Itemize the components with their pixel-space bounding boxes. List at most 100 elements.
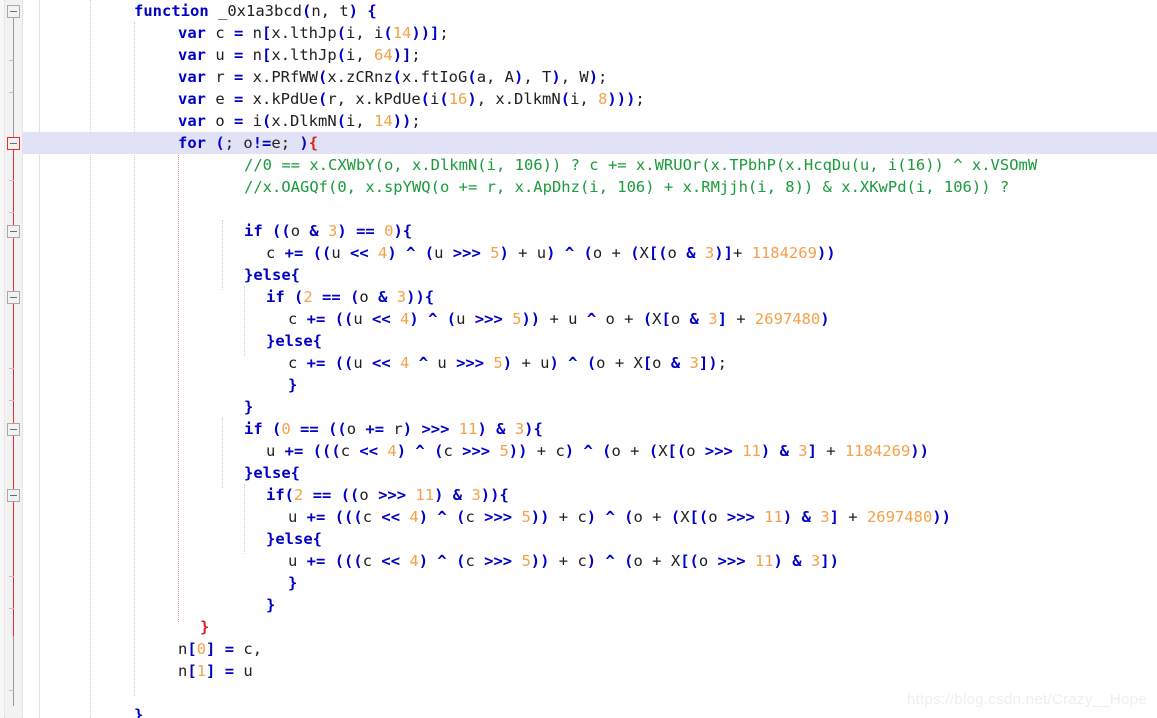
code-line[interactable]: function _0x1a3bcd(n, t) { [134,0,377,22]
token-pln: x.ftIoG [402,68,468,86]
code-line[interactable]: }else{ [244,264,300,286]
code-line[interactable]: var e = x.kPdUe(r, x.kPdUe(i(16), x.Dlkm… [178,88,645,110]
code-line[interactable]: } [288,572,297,594]
token-kw: else [253,266,291,284]
fold-tick-4 [9,368,14,369]
token-op: = [234,90,244,108]
token-pln [303,442,312,460]
token-br: ) [299,134,309,152]
token-br: ( [642,310,653,328]
token-br: ((( [334,552,363,570]
token-pln: o [359,486,379,504]
token-pln: o + X [596,354,643,372]
token-pln [319,420,328,438]
code-line[interactable]: u += (((c << 4) ^ (c >>> 5)) + c) ^ (o +… [288,506,951,528]
code-line[interactable]: c += ((u << 4) ^ (u >>> 5) + u) ^ (o + (… [266,242,836,264]
fold-toggle-5[interactable] [7,489,20,502]
token-br: { [290,266,301,284]
token-pln [263,222,272,240]
token-pln: + u [540,310,587,328]
code-line[interactable]: n[1] = u [178,660,253,682]
token-num: 11 [415,486,435,504]
token-pln: c [362,552,382,570]
code-line[interactable]: u += (((c << 4) ^ (c >>> 5)) + c) ^ (o +… [266,440,929,462]
token-pln: r, x.kPdUe [327,90,421,108]
fold-connector-loop [13,150,14,636]
token-pln: + [838,508,867,526]
token-br: ) [409,310,419,328]
token-kw: if [266,486,285,504]
token-pln [733,442,742,460]
token-num: 2697480 [754,310,821,328]
token-br: ) [502,354,513,372]
fold-toggle-4[interactable] [7,423,20,436]
code-line[interactable]: for (; o!=e; ){ [178,132,318,154]
token-br: ( [383,24,393,42]
code-line[interactable]: n[0] = c, [178,638,262,660]
code-line[interactable]: c += ((u << 4 ^ u >>> 5) + u) ^ (o + X[o… [288,352,727,374]
fold-toggle-2[interactable] [7,225,20,238]
token-br: ((( [312,442,341,460]
token-pln: ; [635,90,645,108]
code-line[interactable]: if ((o & 3) == 0){ [244,220,412,242]
token-br: } [266,530,276,548]
token-br: { [499,486,509,504]
indent-guide-4 [222,220,224,290]
token-br: ( [586,354,597,372]
code-line[interactable]: u += (((c << 4) ^ (c >>> 5)) + c) ^ (o +… [288,550,839,572]
token-pln: + u [512,354,550,372]
code-line[interactable]: //x.OAGQf(0, x.spYWQ(o += r, x.ApDhz(i, … [244,176,1009,198]
code-line[interactable]: var r = x.PRfWW(x.zCRnz(x.ftIoG(a, A), T… [178,66,607,88]
token-op: << [350,244,369,262]
code-line[interactable]: } [134,704,143,718]
token-op: = [234,112,244,130]
token-pln: c [288,310,307,328]
code-line[interactable]: if(2 == ((o >>> 11) & 3)){ [266,484,509,506]
token-num: 3 [514,420,525,438]
token-pln: c [206,24,234,42]
code-line[interactable]: }else{ [266,330,322,352]
code-line[interactable]: if (0 == ((o += r) >>> 11) & 3){ [244,418,543,440]
fold-toggle-1[interactable] [7,137,20,150]
token-op: << [381,552,401,570]
token-pln: u [353,310,373,328]
token-pln [325,552,334,570]
token-br: [( [689,508,709,526]
code-line[interactable]: } [266,594,275,616]
token-br: (( [312,244,332,262]
code-surface[interactable]: function _0x1a3bcd(n, t) {var c = n[x.lt… [22,0,1157,718]
token-br: ( [630,244,640,262]
code-line[interactable]: var u = n[x.lthJp(i, 64)]; [178,44,421,66]
token-pln: o + [596,310,643,328]
token-pln: i, [346,112,375,130]
code-line[interactable]: var c = n[x.lthJp(i, i(14))]; [178,22,449,44]
token-pln [428,552,437,570]
token-pln [303,244,312,262]
token-br: } [134,706,144,718]
code-line[interactable]: var o = i(x.DlkmN(i, 14)); [178,110,421,132]
token-br: { [312,332,323,350]
token-pln [503,310,512,328]
code-line[interactable]: } [288,374,297,396]
token-op: << [381,508,401,526]
token-op: += [306,508,326,526]
token-br: ( [424,244,435,262]
code-line[interactable]: c += ((u << 4) ^ (u >>> 5)) + u ^ o + (X… [288,308,830,330]
token-br: ( [467,68,477,86]
code-line[interactable]: }else{ [266,528,322,550]
token-br: ) [467,90,477,108]
token-br: ) [402,420,413,438]
code-line[interactable]: if (2 == (o & 3)){ [266,286,434,308]
code-line[interactable]: //0 == x.CXWbY(o, x.DlkmN(i, 106)) ? c +… [244,154,1037,176]
code-line[interactable]: } [244,396,253,418]
code-line[interactable]: } [200,616,209,638]
token-pln [375,222,384,240]
token-pln [425,442,434,460]
code-line[interactable]: }else{ [244,462,300,484]
fold-toggle-3[interactable] [7,291,20,304]
token-br: )) [521,310,541,328]
token-br: ) [499,244,509,262]
fold-toggle-0[interactable] [7,5,20,18]
token-num: 11 [458,420,478,438]
token-num: 1184269 [751,244,817,262]
